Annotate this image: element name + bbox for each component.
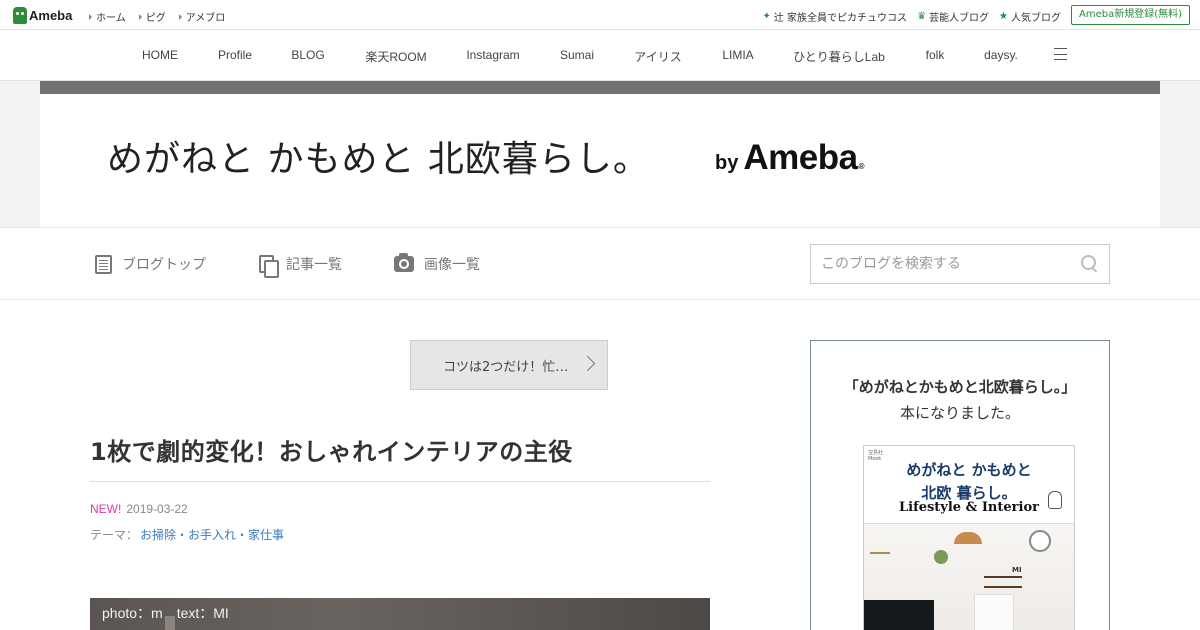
blog-title[interactable]: めがねと かもめと 北欧暮らし。	[107, 130, 650, 182]
book-promo-subheading: 本になりました。	[899, 404, 1020, 422]
celebrity-blog-label: 芸能人ブログ	[929, 13, 990, 24]
previous-entry-label: コツは2つだけ！忙…	[443, 359, 569, 375]
blog-nav: ブログトップ 記事一覧 画像一覧	[0, 227, 1200, 300]
book-author: MI	[1012, 566, 1022, 574]
wall-clock-icon	[1029, 530, 1051, 552]
popular-blog-link[interactable]: ★ 人気ブログ	[999, 9, 1061, 24]
top-link-home[interactable]: ホーム	[89, 9, 126, 24]
trending-link[interactable]: ✦ 辻 家族全員でピカチュウコス	[762, 9, 907, 24]
ameba-top-bar: Ameba ホーム ピグ アメブロ ✦ 辻 家族全員でピカチュウコス ♛ 芸能人…	[0, 0, 1200, 30]
by-ameba-logo: by Ameba ®	[715, 138, 864, 178]
nav-home[interactable]: HOME	[142, 48, 178, 62]
image-list-link[interactable]: 画像一覧	[394, 253, 480, 274]
search-input[interactable]	[821, 245, 1081, 283]
hamburger-menu-icon[interactable]	[1054, 48, 1067, 60]
ameba-logo-text: Ameba	[29, 7, 73, 23]
search-icon[interactable]	[1081, 255, 1099, 273]
top-link-pigg[interactable]: ピグ	[139, 9, 166, 24]
entry-theme: テーマ： お掃除・お手入れ・家仕事	[90, 526, 284, 543]
trending-link-label: 辻 家族全員でピカチュウコス	[773, 13, 908, 24]
global-nav: HOME Profile BLOG 楽天ROOM Instagram Sumai…	[0, 30, 1200, 81]
chevron-right-icon	[579, 355, 596, 372]
previous-entry-button[interactable]: コツは2つだけ！忙…	[410, 340, 608, 390]
new-badge: NEW!	[90, 502, 122, 516]
top-right-links: ✦ 辻 家族全員でピカチュウコス ♛ 芸能人ブログ ★ 人気ブログ	[762, 9, 1061, 24]
blog-search	[810, 244, 1110, 284]
crown-icon: ♛	[917, 11, 927, 22]
camera-icon	[394, 253, 414, 272]
shelf-left	[870, 552, 890, 554]
plant-icon	[934, 550, 948, 564]
registered-mark: ®	[858, 162, 865, 171]
book-title-line-1: めがねと かもめと	[906, 461, 1032, 479]
nav-instagram[interactable]: Instagram	[466, 48, 519, 62]
theme-label: テーマ：	[90, 528, 139, 542]
top-links: ホーム ピグ アメブロ	[89, 9, 225, 24]
plus-icon: ✦	[762, 11, 771, 22]
header-strip	[40, 81, 1160, 94]
entry-meta: NEW! 2019-03-22	[90, 502, 188, 516]
blog-top-link[interactable]: ブログトップ	[95, 254, 206, 274]
entry-date: 2019-03-22	[126, 502, 188, 516]
entry-title[interactable]: 1枚で劇的変化！おしゃれインテリアの主役	[90, 432, 573, 467]
by-text: by	[715, 152, 739, 174]
nav-rakuten-room[interactable]: 楽天ROOM	[365, 48, 426, 65]
entry-photo[interactable]: photo：m text：MI	[90, 598, 710, 630]
top-link-ameblo[interactable]: アメブロ	[179, 9, 226, 24]
title-divider	[90, 481, 710, 482]
theme-link[interactable]: お掃除・お手入れ・家仕事	[140, 526, 284, 543]
book-promo: 「めがねとかもめと北欧暮らし。」 本になりました。 宝島社 Mook めがねと …	[810, 340, 1110, 630]
nav-sumai[interactable]: Sumai	[560, 48, 594, 62]
nav-limia[interactable]: LIMIA	[722, 48, 753, 62]
entry-list-link[interactable]: 記事一覧	[259, 254, 342, 278]
entry-list-label: 記事一覧	[286, 257, 342, 273]
shelf-lower	[984, 586, 1022, 588]
documents-icon	[259, 254, 279, 278]
ameba-wordmark: Ameba	[743, 138, 858, 177]
nav-hitorigurashi-lab[interactable]: ひとり暮らしLab	[793, 48, 885, 65]
book-title-line-3: Lifestyle & Interior	[899, 500, 1039, 515]
nav-profile[interactable]: Profile	[218, 48, 252, 62]
ameba-mascot-icon	[13, 6, 27, 24]
book-cover-photo: MI	[864, 524, 1074, 630]
owl-illustration-icon	[1048, 491, 1062, 509]
list-icon	[95, 254, 112, 274]
photo-caption: photo：m text：MI	[102, 605, 229, 621]
celebrity-blog-link[interactable]: ♛ 芸能人ブログ	[917, 9, 989, 24]
nav-blog[interactable]: BLOG	[291, 48, 324, 62]
image-list-label: 画像一覧	[424, 257, 480, 273]
book-promo-heading: 「めがねとかもめと北欧暮らし。」	[843, 378, 1077, 396]
shelf-upper	[984, 576, 1022, 578]
window-shape	[974, 594, 1014, 630]
nav-daysy[interactable]: daysy.	[984, 48, 1018, 62]
pendant-lamp-icon	[954, 532, 982, 544]
signup-button[interactable]: Ameba新規登録(無料)	[1070, 5, 1190, 25]
star-icon: ★	[999, 11, 1008, 22]
popular-blog-label: 人気ブログ	[1011, 13, 1061, 24]
tv-shape	[864, 600, 934, 630]
book-cover-image[interactable]: 宝島社 Mook めがねと かもめと 北欧 暮らし。 Lifestyle & I…	[863, 445, 1075, 630]
blog-top-label: ブログトップ	[122, 257, 206, 273]
nav-folk[interactable]: folk	[926, 48, 945, 62]
nav-iris[interactable]: アイリス	[634, 48, 681, 65]
ameba-logo[interactable]: Ameba	[13, 6, 72, 24]
